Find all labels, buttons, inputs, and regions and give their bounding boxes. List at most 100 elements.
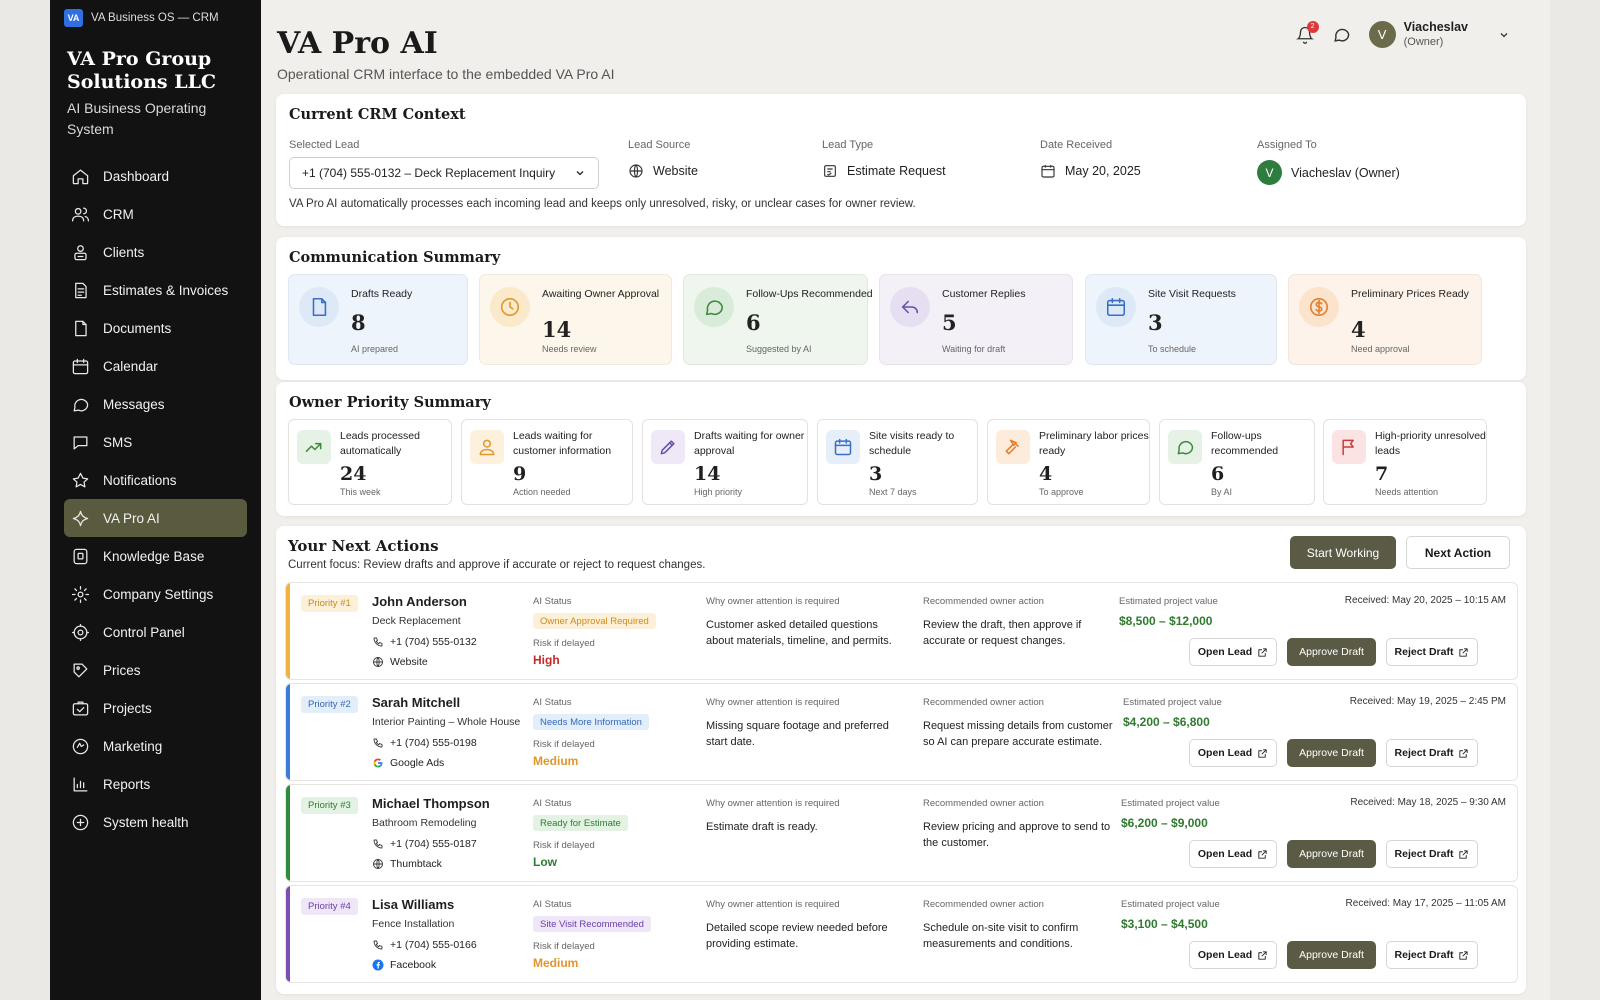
sidebar-item-projects[interactable]: Projects: [64, 689, 247, 727]
lead-phone-value: +1 (704) 555-0187: [390, 838, 477, 850]
control-icon: [70, 622, 90, 642]
lead-name[interactable]: Sarah Mitchell: [372, 695, 460, 710]
reject-draft-button[interactable]: Reject Draft: [1386, 739, 1478, 767]
owner-tile-label: Preliminary labor prices ready: [1039, 430, 1149, 457]
comm-tile-label: Preliminary Prices Ready: [1351, 288, 1469, 300]
priority-badge: Priority #1: [301, 595, 358, 612]
comm-tile-sub: To schedule: [1148, 344, 1197, 354]
open-lead-button[interactable]: Open Lead: [1189, 941, 1277, 969]
lead-service: Deck Replacement: [372, 615, 461, 627]
recommended-text: Review the draft, then approve if accura…: [923, 619, 1082, 647]
reject-draft-button[interactable]: Reject Draft: [1386, 941, 1478, 969]
open-lead-button[interactable]: Open Lead: [1189, 638, 1277, 666]
globe-icon: [372, 656, 384, 668]
comm-tile-label: Drafts Ready: [351, 288, 413, 300]
sidebar-item-documents[interactable]: Documents: [64, 309, 247, 347]
lead-source: Thumbtack: [372, 858, 442, 870]
book-icon: [70, 546, 90, 566]
received-date: Received: May 20, 2025 – 10:15 AM: [1344, 595, 1506, 606]
owner-tile-sub: By AI: [1211, 487, 1233, 497]
next-action-button[interactable]: Next Action: [1406, 536, 1510, 569]
owner-tile-high-priority-unresolved-leads[interactable]: High-priority unresolved leads 7 Needs a…: [1323, 419, 1487, 505]
reject-draft-label: Reject Draft: [1394, 646, 1454, 658]
comm-tile-awaiting-owner-approval[interactable]: Awaiting Owner Approval 14 Needs review: [479, 274, 672, 365]
comm-tile-sub: Suggested by AI: [746, 344, 812, 354]
owner-tile-label: Leads waiting for customer information: [513, 430, 612, 457]
lead-name[interactable]: Lisa Williams: [372, 897, 454, 912]
sidebar-item-sms[interactable]: SMS: [64, 423, 247, 461]
sidebar-item-va-pro-ai[interactable]: VA Pro AI: [64, 499, 247, 537]
sidebar-item-label: Control Panel: [103, 624, 185, 640]
sidebar-item-calendar[interactable]: Calendar: [64, 347, 247, 385]
risk-label: Risk if delayed: [533, 941, 595, 952]
calendar-icon: [1040, 163, 1056, 179]
owner-tile-site-visits-ready-to-schedule[interactable]: Site visits ready to schedule 3 Next 7 d…: [817, 419, 978, 505]
why-label: Why owner attention is required: [706, 697, 840, 708]
notifications-button[interactable]: 2: [1295, 20, 1319, 44]
app-title: VA Business OS — CRM: [91, 12, 219, 24]
comm-tile-customer-replies[interactable]: Customer Replies 5 Waiting for draft: [879, 274, 1073, 365]
owner-tile-drafts-waiting-for-owner-approval[interactable]: Drafts waiting for owner approval 14 Hig…: [642, 419, 808, 505]
lead-name[interactable]: John Anderson: [372, 594, 467, 609]
globe-icon: [372, 858, 384, 870]
open-lead-button[interactable]: Open Lead: [1189, 739, 1277, 767]
sidebar-item-clients[interactable]: Clients: [64, 233, 247, 271]
owner-tile-label: Leads processed automatically: [340, 430, 420, 457]
owner-tile-sub: Next 7 days: [869, 487, 917, 497]
reject-draft-button[interactable]: Reject Draft: [1386, 840, 1478, 868]
sidebar-item-prices[interactable]: Prices: [64, 651, 247, 689]
next-actions-card: Your Next Actions Current focus: Review …: [276, 526, 1526, 994]
risk-value: Medium: [533, 754, 579, 768]
owner-tile-sub: Needs attention: [1375, 487, 1439, 497]
recommended-label: Recommended owner action: [923, 798, 1044, 809]
crm-context-card: Current CRM Context Selected Lead Lead S…: [276, 94, 1526, 226]
sidebar-item-dashboard[interactable]: Dashboard: [64, 157, 247, 195]
sidebar-item-system-health[interactable]: System health: [64, 803, 247, 841]
approve-draft-button[interactable]: Approve Draft: [1287, 638, 1376, 666]
lead-phone[interactable]: +1 (704) 555-0132: [372, 636, 477, 648]
owner-tile-leads-waiting-for-customer-information[interactable]: Leads waiting for customer information 9…: [461, 419, 633, 505]
sidebar-item-messages[interactable]: Messages: [64, 385, 247, 423]
sidebar-item-estimates-invoices[interactable]: Estimates & Invoices: [64, 271, 247, 309]
lead-name[interactable]: Michael Thompson: [372, 796, 490, 811]
approve-draft-button[interactable]: Approve Draft: [1287, 941, 1376, 969]
start-working-button[interactable]: Start Working: [1290, 536, 1396, 569]
user-menu[interactable]: V Viacheslav (Owner): [1368, 20, 1510, 49]
lead-phone[interactable]: +1 (704) 555-0166: [372, 939, 477, 951]
messages-button[interactable]: [1332, 25, 1351, 44]
current-focus: Current focus: Review drafts and approve…: [288, 559, 706, 571]
comm-tile-drafts-ready[interactable]: Drafts Ready 8 AI prepared: [288, 274, 468, 365]
phone-icon: [372, 636, 384, 648]
open-lead-label: Open Lead: [1197, 949, 1253, 961]
reject-draft-button[interactable]: Reject Draft: [1386, 638, 1478, 666]
lead-phone[interactable]: +1 (704) 555-0198: [372, 737, 477, 749]
owner-tile-value: 24: [340, 463, 367, 485]
owner-tile-follow-ups-recommended[interactable]: Follow-ups recommended 6 By AI: [1159, 419, 1315, 505]
recommended-label: Recommended owner action: [923, 697, 1044, 708]
sidebar-item-notifications[interactable]: Notifications: [64, 461, 247, 499]
comm-tile-preliminary-prices-ready[interactable]: Preliminary Prices Ready 4 Need approval: [1288, 274, 1482, 365]
owner-tile-preliminary-labor-prices-ready[interactable]: Preliminary labor prices ready 4 To appr…: [987, 419, 1150, 505]
approve-draft-button[interactable]: Approve Draft: [1287, 840, 1376, 868]
owner-tile-leads-processed-automatically[interactable]: Leads processed automatically 24 This we…: [288, 419, 452, 505]
home-icon: [70, 166, 90, 186]
lead-type-value: Estimate Request: [847, 164, 946, 178]
lead-phone[interactable]: +1 (704) 555-0187: [372, 838, 477, 850]
comm-tile-site-visit-requests[interactable]: Site Visit Requests 3 To schedule: [1085, 274, 1277, 365]
sidebar-item-knowledge-base[interactable]: Knowledge Base: [64, 537, 247, 575]
approve-draft-button[interactable]: Approve Draft: [1287, 739, 1376, 767]
phone-icon: [372, 737, 384, 749]
sidebar-item-reports[interactable]: Reports: [64, 765, 247, 803]
assigned-to-label: Assigned To: [1257, 139, 1317, 151]
flag-icon: [1332, 430, 1366, 464]
comm-tile-follow-ups-recommended[interactable]: Follow-Ups Recommended 6 Suggested by AI: [683, 274, 873, 365]
sidebar-item-crm[interactable]: CRM: [64, 195, 247, 233]
ai-status-label: AI Status: [533, 697, 572, 708]
owner-tile-value: 6: [1211, 463, 1225, 485]
open-lead-button[interactable]: Open Lead: [1189, 840, 1277, 868]
lead-service: Interior Painting – Whole House: [372, 716, 521, 728]
sidebar-item-control-panel[interactable]: Control Panel: [64, 613, 247, 651]
sidebar-item-marketing[interactable]: Marketing: [64, 727, 247, 765]
sidebar-item-company-settings[interactable]: Company Settings: [64, 575, 247, 613]
selected-lead-select[interactable]: +1 (704) 555-0132 – Deck Replacement Inq…: [289, 157, 599, 189]
